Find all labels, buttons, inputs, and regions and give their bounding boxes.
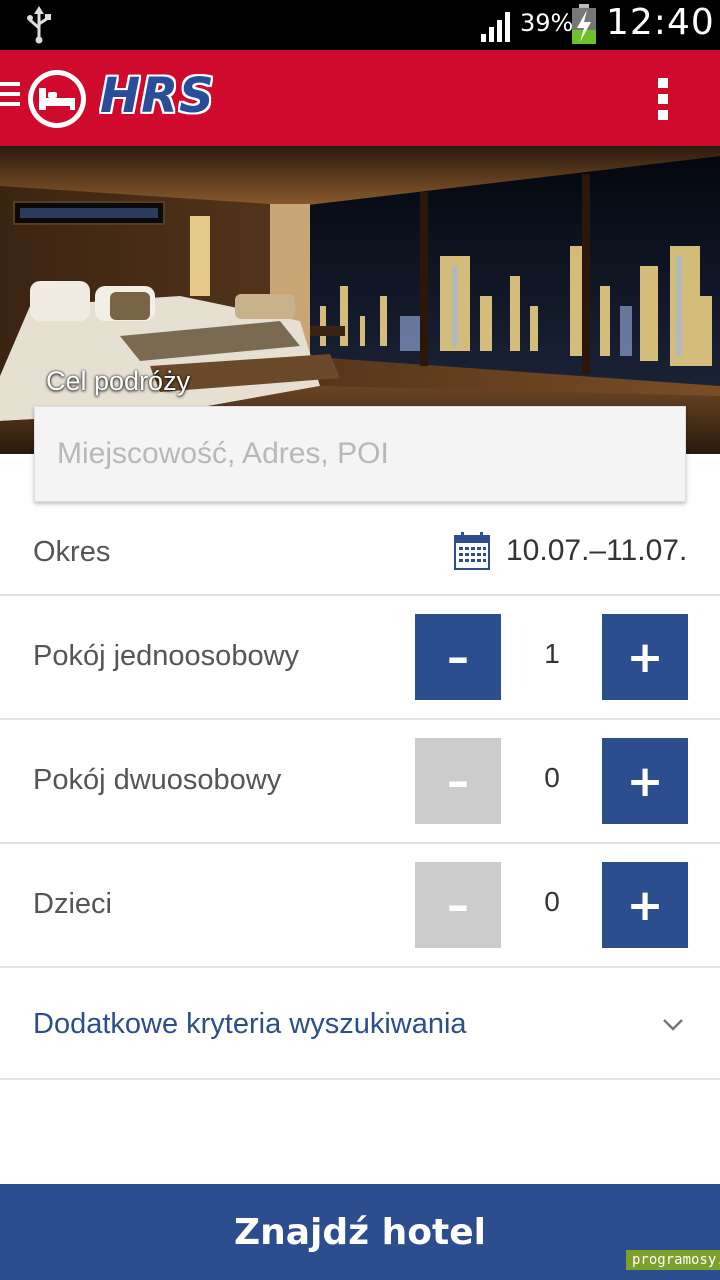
calendar-icon[interactable] xyxy=(454,532,490,570)
single-room-count: 1 xyxy=(544,638,560,669)
double-room-increment-button[interactable]: + xyxy=(602,738,688,824)
single-room-row: Pokój jednoosobowy – 1 + xyxy=(0,596,720,720)
period-row[interactable]: Okres 10.07.–11.07. xyxy=(0,508,720,596)
double-room-count: 0 xyxy=(544,762,560,793)
children-count: 0 xyxy=(544,886,560,917)
double-room-label: Pokój dwuosobowy xyxy=(33,764,282,796)
app-bar: HRS xyxy=(0,50,720,146)
hrs-bed-logo-icon[interactable] xyxy=(26,68,88,130)
battery-percent: 39% xyxy=(520,9,574,37)
menu-icon[interactable] xyxy=(0,82,22,114)
destination-label: Cel podróży xyxy=(46,366,191,396)
children-row: Dzieci – 0 + xyxy=(0,844,720,968)
children-increment-button[interactable]: + xyxy=(602,862,688,948)
children-label: Dzieci xyxy=(33,888,112,920)
status-bar: 39% 12:40 xyxy=(0,0,720,50)
children-decrement-button[interactable]: – xyxy=(415,862,501,948)
destination-search-box[interactable] xyxy=(34,406,686,502)
period-label: Okres xyxy=(33,536,111,568)
hrs-logo-text: HRS xyxy=(100,68,215,124)
destination-input[interactable] xyxy=(35,407,685,501)
period-value[interactable]: 10.07.–11.07. xyxy=(506,534,687,568)
signal-icon xyxy=(481,12,510,42)
battery-charging-icon xyxy=(572,4,596,44)
extra-criteria-label[interactable]: Dodatkowe kryteria wyszukiwania xyxy=(33,1008,467,1041)
overflow-menu-icon[interactable] xyxy=(656,78,670,120)
single-room-label: Pokój jednoosobowy xyxy=(33,640,300,672)
single-room-increment-button[interactable]: + xyxy=(602,614,688,700)
usb-icon xyxy=(27,6,51,44)
chevron-down-icon[interactable] xyxy=(662,1018,684,1032)
find-hotel-button[interactable]: Znajdź hotel xyxy=(0,1184,720,1280)
extra-criteria-row[interactable]: Dodatkowe kryteria wyszukiwania xyxy=(0,968,720,1080)
double-room-row: Pokój dwuosobowy – 0 + xyxy=(0,720,720,844)
double-room-decrement-button[interactable]: – xyxy=(415,738,501,824)
clock: 12:40 xyxy=(606,2,715,43)
watermark: programosy.pl xyxy=(626,1250,720,1270)
single-room-decrement-button[interactable]: – xyxy=(415,614,501,700)
